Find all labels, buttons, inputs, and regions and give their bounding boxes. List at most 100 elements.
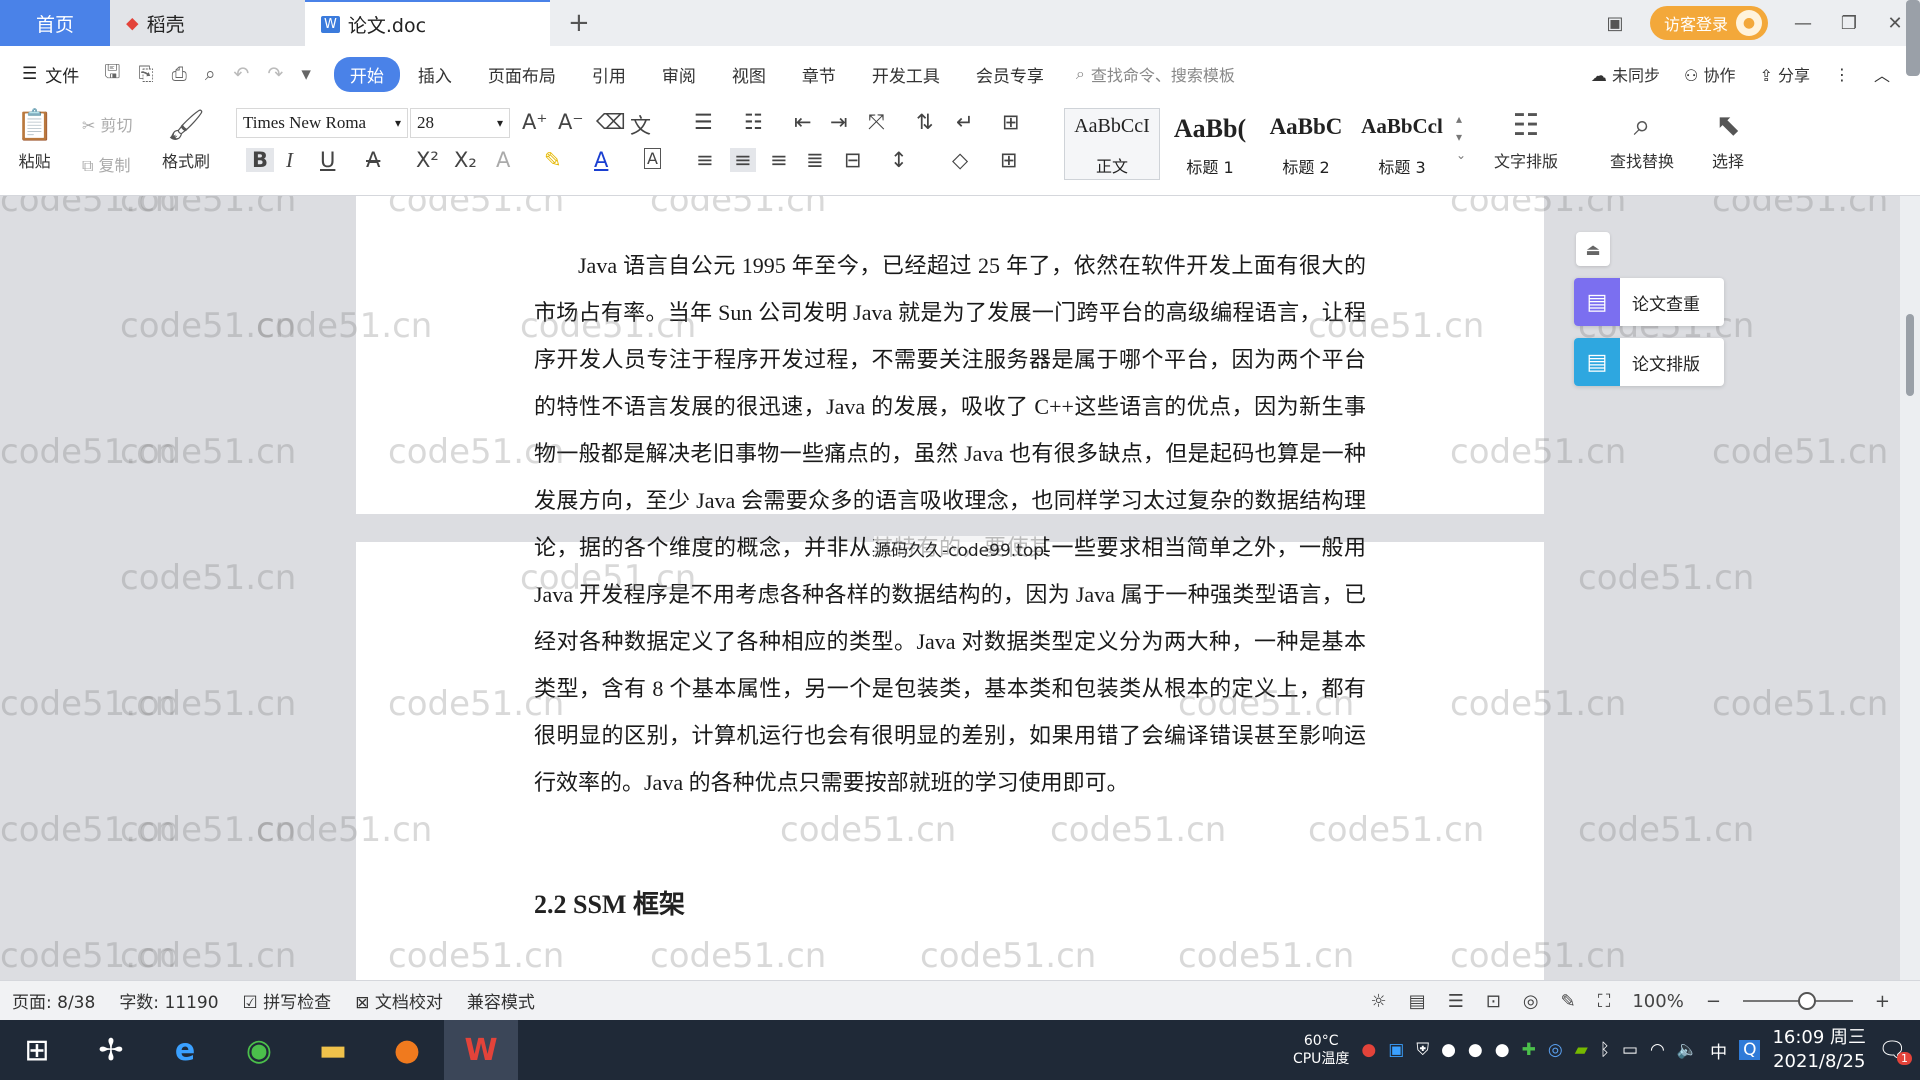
write-mode-icon[interactable]: ✎ xyxy=(1561,991,1576,1012)
tab-member[interactable]: 会员专享 xyxy=(958,62,1062,87)
spell-check-button[interactable]: ☑ 拼写检查 xyxy=(231,988,344,1013)
tab-home[interactable]: 首页 xyxy=(0,0,110,46)
proofread-button[interactable]: ⊠ 文档校对 xyxy=(343,988,455,1013)
style-heading-2[interactable]: AaBbC 标题 2 xyxy=(1258,108,1354,180)
notification-button[interactable]: 🗨 1 xyxy=(1878,1038,1912,1065)
wifi-icon[interactable]: ◠ xyxy=(1650,1040,1665,1060)
style-heading-1[interactable]: AaBb( 标题 1 xyxy=(1162,108,1258,180)
battery-icon[interactable]: ▭ xyxy=(1622,1040,1638,1060)
nvidia-icon[interactable]: ▰ xyxy=(1575,1040,1588,1060)
print-icon[interactable]: ⎙ xyxy=(163,63,196,85)
file-explorer-icon[interactable]: ▬ xyxy=(296,1020,370,1080)
fit-page-icon[interactable]: ⛶ xyxy=(1598,991,1611,1012)
tab-chapter[interactable]: 章节 xyxy=(784,62,854,87)
tab-docer[interactable]: ⬥ 稻壳 xyxy=(110,0,305,46)
clear-format-icon[interactable]: ⌫ xyxy=(596,110,626,134)
share-button[interactable]: ⇪ 分享 xyxy=(1759,62,1810,86)
sync-button[interactable]: ☁ 未同步 xyxy=(1591,62,1660,86)
text-layout-button[interactable]: ☷ 文字排版 xyxy=(1494,108,1558,172)
collapse-ribbon-icon[interactable]: ︿ xyxy=(1874,62,1890,86)
redo-icon[interactable]: ↷ xyxy=(258,63,292,85)
cpu-temp-widget[interactable]: 60°C CPU温度 xyxy=(1293,1032,1349,1068)
file-menu[interactable]: ☰ 文件 xyxy=(0,62,95,87)
page-view-icon[interactable]: ▤ xyxy=(1409,991,1426,1012)
shading-icon[interactable]: ◇ xyxy=(952,148,968,172)
tab-review[interactable]: 审阅 xyxy=(644,62,714,87)
tray-app-icon[interactable]: ● xyxy=(1361,1040,1376,1060)
superscript-icon[interactable]: X² xyxy=(416,148,439,172)
ime-indicator[interactable]: 中 xyxy=(1710,1038,1727,1063)
align-center-icon[interactable]: ≡ xyxy=(730,148,756,172)
tab-document[interactable]: W 论文.doc xyxy=(305,0,550,46)
select-button[interactable]: ⬉ 选择 xyxy=(1712,108,1744,172)
word-count[interactable]: 字数: 11190 xyxy=(107,988,230,1013)
qq-icon[interactable]: ● xyxy=(1441,1040,1456,1060)
tab-insert[interactable]: 插入 xyxy=(400,62,470,87)
zoom-value[interactable]: 100% xyxy=(1632,991,1683,1012)
zoom-slider[interactable] xyxy=(1742,992,1853,1010)
decrease-indent-icon[interactable]: ⇤ xyxy=(794,110,812,134)
page-indicator[interactable]: 页面: 8/38 xyxy=(0,988,107,1013)
tray-app-icon[interactable]: ✚ xyxy=(1522,1040,1536,1060)
style-heading-3[interactable]: AaBbCcl 标题 3 xyxy=(1354,108,1450,180)
align-left-icon[interactable]: ≡ xyxy=(696,148,714,172)
vertical-scrollbar[interactable] xyxy=(1900,196,1920,980)
qq-icon[interactable]: ● xyxy=(1495,1040,1510,1060)
bluetooth-icon[interactable]: ᛒ xyxy=(1600,1040,1610,1060)
customize-dropdown-icon[interactable]: ▾ xyxy=(292,63,320,85)
chinese-layout-icon[interactable]: ⤧ xyxy=(868,110,885,135)
more-icon[interactable]: ⋮ xyxy=(1834,65,1850,84)
grow-font-icon[interactable]: A⁺ xyxy=(522,110,547,134)
layout-toggle-icon[interactable]: ▣ xyxy=(1604,13,1626,34)
zoom-in-icon[interactable]: + xyxy=(1875,991,1890,1012)
wps-writer-icon[interactable]: W xyxy=(444,1020,518,1080)
undo-icon[interactable]: ↶ xyxy=(225,63,259,85)
sort-icon[interactable]: ⇅ xyxy=(916,110,934,134)
eye-protect-icon[interactable]: ☼ xyxy=(1371,991,1387,1012)
line-spacing-icon[interactable]: ↕ xyxy=(890,148,908,172)
increase-indent-icon[interactable]: ⇥ xyxy=(830,110,848,134)
numbered-list-icon[interactable]: ☷ xyxy=(744,110,763,134)
bullet-list-icon[interactable]: ☰ xyxy=(694,110,713,134)
paper-layout-button[interactable]: ▤ 论文排版 xyxy=(1574,338,1724,386)
tab-start[interactable]: 开始 xyxy=(333,56,400,92)
clock[interactable]: 16:09 周三 2021/8/25 xyxy=(1772,1026,1866,1074)
align-right-icon[interactable]: ≡ xyxy=(770,148,788,172)
underline-icon[interactable]: U xyxy=(320,148,335,172)
styles-scroll-icon[interactable]: ▴ ▾ ⌄ xyxy=(1456,110,1466,164)
save-icon[interactable]: 🖫 xyxy=(95,58,129,90)
qq-icon[interactable]: ● xyxy=(1468,1040,1483,1060)
italic-icon[interactable]: I xyxy=(286,148,293,173)
close-icon[interactable]: ✕ xyxy=(1884,13,1906,34)
find-replace-button[interactable]: ⌕ 查找替换 xyxy=(1610,108,1674,172)
scrollbar-thumb[interactable] xyxy=(1906,314,1914,396)
browser-360-icon[interactable]: ◉ xyxy=(222,1020,296,1080)
collapse-panel-icon[interactable]: ⏏ xyxy=(1576,232,1610,266)
justify-icon[interactable]: ≣ xyxy=(806,148,824,172)
tray-app-icon[interactable]: ▣ xyxy=(1388,1040,1404,1060)
strikethrough-icon[interactable]: A xyxy=(366,148,380,172)
font-name-select[interactable]: Times New Roma ▾ xyxy=(236,108,408,138)
minimize-icon[interactable]: — xyxy=(1792,13,1814,34)
text-effect-icon[interactable]: A xyxy=(496,148,510,172)
outline-view-icon[interactable]: ☰ xyxy=(1448,991,1464,1012)
font-size-select[interactable]: 28 ▾ xyxy=(410,108,510,138)
tab-references[interactable]: 引用 xyxy=(574,62,644,87)
export-pdf-icon[interactable]: ⎘ xyxy=(129,63,162,85)
table-icon[interactable]: ⊞ xyxy=(1002,110,1020,134)
shrink-font-icon[interactable]: A⁻ xyxy=(558,110,583,134)
paste-button[interactable]: 📋 粘贴 xyxy=(16,108,53,172)
paper-check-button[interactable]: ▤ 论文查重 xyxy=(1574,278,1724,326)
show-marks-icon[interactable]: ↵ xyxy=(956,110,974,134)
copy-button[interactable]: ⧉ 复制 xyxy=(82,152,131,176)
zoom-slider-knob[interactable] xyxy=(1797,992,1816,1010)
visitor-login-button[interactable]: 访客登录 ● xyxy=(1649,6,1768,40)
new-tab-button[interactable]: + xyxy=(550,0,608,46)
bold-icon[interactable]: B xyxy=(246,148,275,172)
highlight-icon[interactable]: ✎ xyxy=(544,148,562,172)
font-color-icon[interactable]: A xyxy=(594,148,608,172)
window-scroll-thumb[interactable] xyxy=(1906,0,1920,76)
command-search[interactable]: ⌕ 查找命令、搜索模板 xyxy=(1076,62,1235,86)
ime-app-icon[interactable]: Q xyxy=(1739,1040,1761,1060)
zoom-out-icon[interactable]: − xyxy=(1706,991,1721,1012)
